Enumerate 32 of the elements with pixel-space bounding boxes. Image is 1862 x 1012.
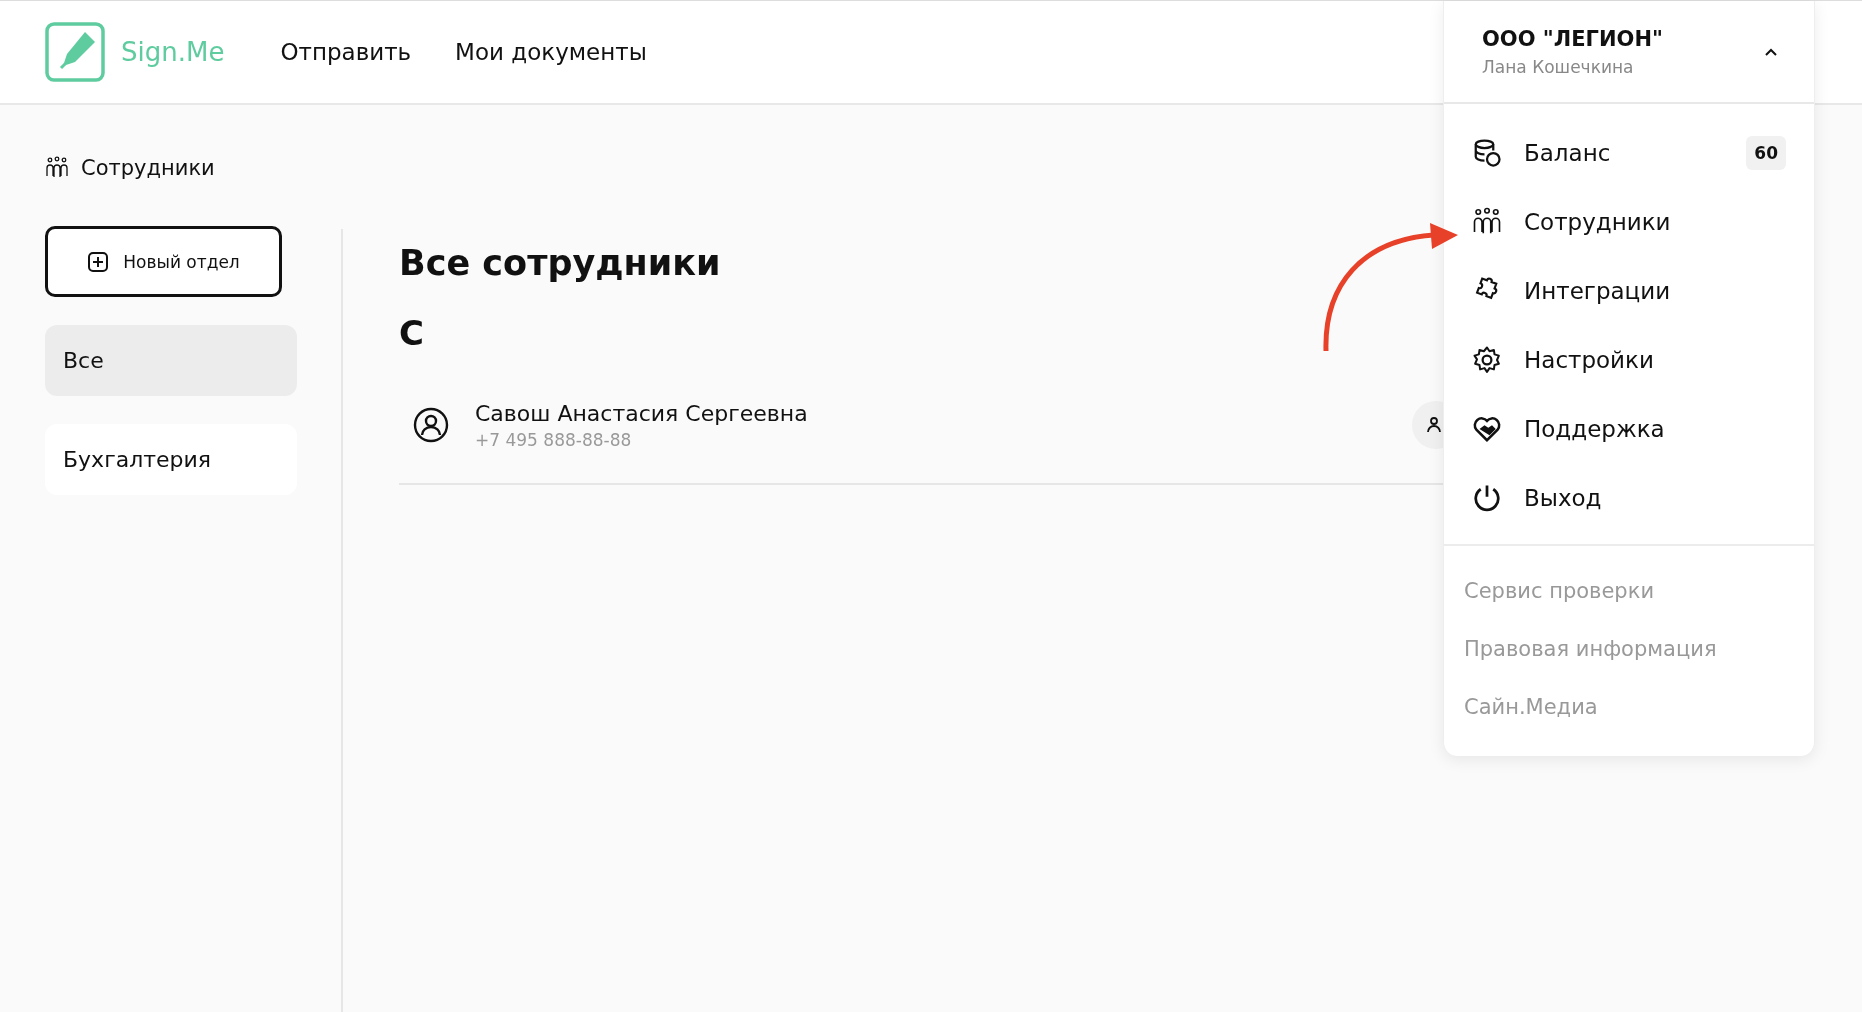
menu-label: Поддержка — [1524, 415, 1666, 442]
new-department-button[interactable]: Новый отдел — [45, 226, 282, 297]
company-name: ООО "ЛЕГИОН" — [1482, 26, 1663, 51]
department-item[interactable]: Все — [45, 325, 297, 396]
coins-icon — [1472, 137, 1502, 168]
nav-link[interactable]: Отправить — [280, 39, 412, 65]
people-icon — [45, 156, 69, 180]
menu-label: Настройки — [1524, 346, 1655, 373]
menu-label: Интеграции — [1524, 277, 1672, 304]
menu-item[interactable]: Сотрудники — [1472, 187, 1786, 256]
section-title: Сотрудники — [81, 156, 215, 180]
logo-icon — [45, 22, 105, 82]
menu-item[interactable]: Интеграции — [1472, 256, 1786, 325]
menu-label: Баланс — [1524, 139, 1612, 166]
nav-link[interactable]: Мои документы — [455, 39, 647, 65]
menu-item[interactable]: Баланс 60 — [1472, 118, 1786, 187]
account-header[interactable]: ООО "ЛЕГИОН" Лана Кошечкина — [1444, 1, 1814, 104]
menu-label: Выход — [1524, 484, 1603, 511]
user-icon — [413, 407, 449, 443]
employee-name: Савош Анастасия Сергеевна — [475, 400, 809, 426]
department-item[interactable]: Бухгалтерия — [45, 424, 297, 495]
menu-item[interactable]: Выход — [1472, 463, 1786, 532]
group-letter: С — [399, 313, 425, 353]
menu-item[interactable]: Поддержка — [1472, 394, 1786, 463]
balance-count: 60 — [1746, 135, 1786, 170]
plus-icon — [87, 250, 110, 273]
page-title: Все сотрудники — [399, 243, 722, 283]
employee-phone: +7 495 888-88-88 — [475, 429, 633, 450]
menu-label: Сотрудники — [1524, 208, 1672, 235]
menu-item[interactable]: Настройки — [1472, 325, 1786, 394]
settings-icon — [1472, 344, 1502, 375]
user-name: Лана Кошечкина — [1482, 56, 1635, 77]
